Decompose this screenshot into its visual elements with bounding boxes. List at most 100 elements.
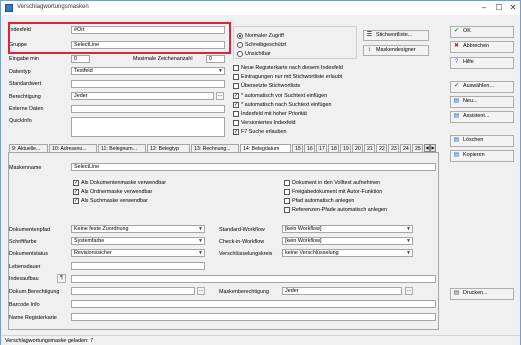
option-checkbox-7[interactable]: ✓ (233, 129, 239, 135)
dokumentstatus-select[interactable]: Revisionssicher ▼ (71, 249, 205, 257)
datentyp-select[interactable]: Textfeld ▼ (71, 67, 225, 75)
check-icon: ✔ (453, 28, 460, 34)
option-checkbox-3[interactable]: ✓ (233, 93, 239, 99)
help-icon: ? (454, 59, 459, 65)
chevron-down-icon: ▼ (198, 250, 203, 256)
berechtigung-browse-button[interactable]: ... (216, 92, 224, 100)
indexaufbau-button[interactable]: ¶ (57, 274, 66, 283)
externe-daten-label: Externe Daten (9, 106, 44, 112)
lebensdauer-input[interactable] (71, 262, 205, 270)
option-checkbox-2[interactable] (233, 83, 239, 89)
close-icon[interactable]: ✕ (508, 3, 518, 13)
standardwert-label: Standardwert (9, 81, 42, 87)
eingabe-min-input[interactable]: 0 (71, 55, 90, 63)
dokumentenpfad-label: Dokumentenpfad (9, 227, 51, 233)
highlight-box (8, 22, 231, 54)
option-checkbox-6[interactable] (233, 120, 239, 126)
verschluesselung-select[interactable]: keine Verschlüsselung ▼ (282, 249, 413, 257)
app-icon (5, 4, 13, 12)
mask-option-checkbox-1[interactable]: ✓ (73, 189, 79, 195)
externe-daten-input[interactable] (71, 105, 225, 113)
dokum-berechtigung-label: Dokum.Berechtigung (9, 289, 60, 295)
mask-option-label-0: Als Dokumentenmaske verwendbar (81, 180, 167, 186)
cancel-icon: ✖ (453, 43, 460, 49)
window-title: Verschlagwortungsmasken (17, 4, 89, 10)
checkin-workflow-label: Check-in-Workflow (219, 239, 265, 245)
chevron-down-icon: ▼ (406, 238, 411, 244)
new-icon: ▤ (453, 98, 460, 104)
minimize-icon[interactable]: – (479, 3, 489, 13)
status-text: Verschlagwortungsmaske geladen: 7 (5, 338, 94, 344)
option-checkbox-0[interactable] (233, 65, 239, 71)
option-checkbox-5[interactable] (233, 111, 239, 117)
option-label-5: Indexfeld mit hoher Priorität (241, 111, 307, 117)
loeschen-button[interactable]: ▤ Löschen (450, 135, 514, 147)
checkin-workflow-select[interactable]: [kein Workflow] ▼ (282, 237, 413, 245)
maskendesigner-button[interactable]: ↕ Maskendesigner (363, 45, 429, 56)
barcode-input[interactable] (71, 300, 436, 308)
maximize-icon[interactable]: ☐ (494, 3, 504, 13)
registerkarte-input[interactable] (71, 313, 436, 321)
auswaehlen-button[interactable]: ✔ Auswählen... (450, 81, 514, 93)
dokumentstatus-label: Dokumentstatus (9, 251, 48, 257)
select-icon: ✔ (453, 83, 460, 89)
option-label-2: Übersetzte Stichwortliste (241, 83, 301, 89)
chevron-down-icon: ▼ (218, 68, 223, 74)
standardwert-input[interactable] (71, 80, 225, 88)
tab-scroll-right-icon[interactable]: ▶ (430, 144, 436, 152)
doc-option-checkbox-3[interactable] (284, 207, 290, 213)
quickinfo-textarea[interactable] (71, 117, 225, 137)
mask-option-label-1: Als Ordnermaske verwendbar (81, 189, 153, 195)
access-radio-readonly[interactable] (237, 42, 243, 48)
abbrechen-button[interactable]: ✖ Abbrechen (450, 41, 514, 53)
maskenberechtigung-input[interactable]: Jeder (282, 287, 402, 295)
access-radio-hidden[interactable] (237, 51, 243, 57)
max-zeichen-label: Maximale Zeichenanzahl (133, 56, 193, 62)
stichwortliste-button[interactable]: ☰ Stichwortliste... (363, 30, 429, 41)
access-radio-normal[interactable] (237, 33, 243, 39)
option-label-7: F7 Suche erlauben (241, 129, 287, 135)
hilfe-button[interactable]: ? Hilfe (450, 57, 514, 69)
wizard-icon: ▤ (453, 113, 460, 119)
dokumentenpfad-select[interactable]: Keine feste Zuordnung ▼ (71, 225, 205, 233)
maskenname-input[interactable]: SelectLine (71, 163, 436, 171)
chevron-down-icon: ▼ (406, 226, 411, 232)
schriftfarbe-select[interactable]: Systemfarbe ▼ (71, 237, 205, 245)
max-zeichen-input[interactable]: 0 (206, 55, 225, 63)
mask-option-label-2: Als Suchmaske verwendbar (81, 198, 148, 204)
dialog-window: Verschlagwortungsmasken – ☐ ✕ Indexfeld … (0, 0, 521, 345)
doc-option-label-0: Dokument in den Volltext aufnehmen (292, 180, 381, 186)
maskenberechtigung-browse-button[interactable]: ... (405, 287, 413, 295)
berechtigung-input[interactable]: Jeder (71, 92, 214, 100)
dokum-berechtigung-browse-button[interactable]: ... (197, 287, 205, 295)
dokum-berechtigung-input[interactable] (71, 287, 195, 295)
print-icon: ▤ (453, 290, 460, 296)
neu-button[interactable]: ▤ Neu... (450, 96, 514, 108)
maskenname-label: Maskenname (9, 165, 42, 171)
option-checkbox-1[interactable] (233, 74, 239, 80)
standard-workflow-select[interactable]: [kein Workflow] ▼ (282, 225, 413, 233)
option-checkbox-4[interactable]: ✓ (233, 102, 239, 108)
standard-workflow-label: Standard-Workflow (219, 227, 265, 233)
option-label-1: Eintragungen nur mit Stichwortliste erla… (241, 74, 343, 80)
delete-icon: ▤ (453, 137, 460, 143)
chevron-down-icon: ▼ (198, 238, 203, 244)
doc-option-label-1: Freigabedokument mit Autor-Funktion (292, 189, 383, 195)
ok-button[interactable]: ✔ OK (450, 26, 514, 38)
berechtigung-label: Berechtigung (9, 94, 41, 100)
doc-option-checkbox-2[interactable] (284, 198, 290, 204)
kopieren-button[interactable]: ▤ Kopieren (450, 150, 514, 162)
mask-option-checkbox-2[interactable]: ✓ (73, 198, 79, 204)
option-label-6: Versioniertes Indexfeld (241, 120, 296, 126)
indexaufbau-input[interactable] (71, 275, 436, 283)
barcode-label: Barcode Info (9, 302, 40, 308)
doc-option-label-3: Referenzen-Pfade automatisch anlegen (292, 207, 387, 213)
mask-option-checkbox-0[interactable]: ✓ (73, 180, 79, 186)
doc-option-checkbox-1[interactable] (284, 189, 290, 195)
verschluesselung-label: Verschlüsselungskreis (219, 251, 273, 257)
access-label-normal: Normaler Zugriff (245, 33, 284, 39)
option-label-4: * automatisch nach Suchtext einfügen (241, 102, 332, 108)
drucken-button[interactable]: ▤ Drucken... (450, 288, 514, 300)
doc-option-checkbox-0[interactable] (284, 180, 290, 186)
assistent-button[interactable]: ▤ Assistent... (450, 111, 514, 123)
